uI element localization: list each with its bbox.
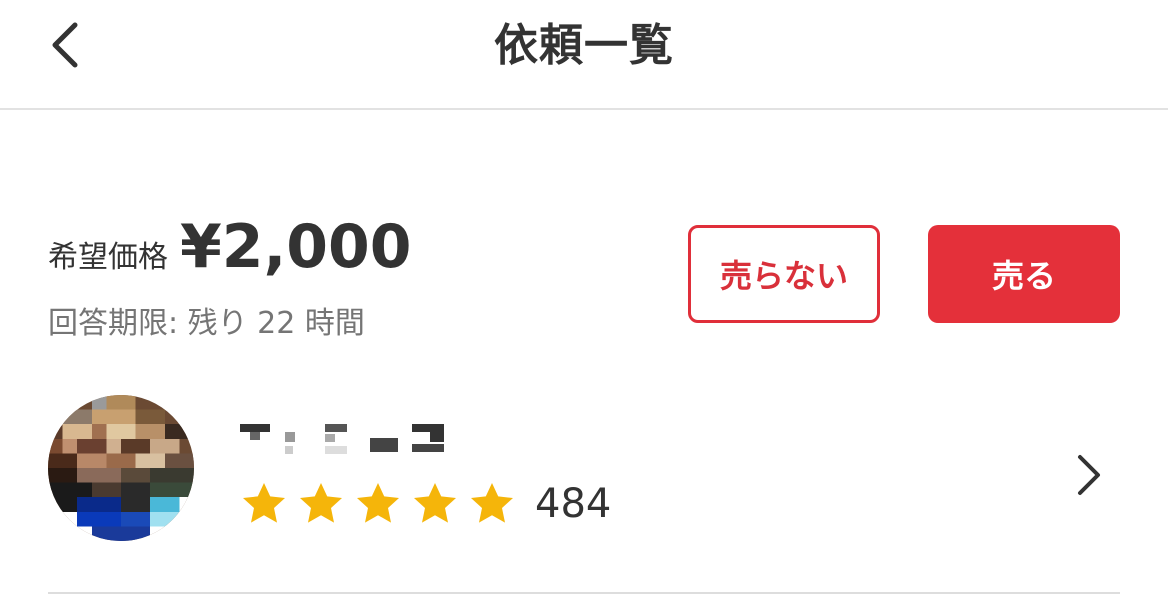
seller-name-pixelated: [240, 420, 450, 460]
seller-rating: 484: [240, 480, 611, 528]
decline-button[interactable]: 売らない: [688, 225, 880, 323]
seller-row[interactable]: 484: [0, 380, 1168, 585]
star-icon: [300, 483, 342, 523]
price-label: 希望価格: [48, 240, 168, 275]
avatar: [48, 395, 194, 541]
page-title: 依頼一覧: [494, 20, 674, 71]
chevron-right-icon: [1078, 455, 1100, 495]
sell-button[interactable]: 売る: [928, 225, 1120, 323]
star-icon: [243, 483, 285, 523]
star-icon: [357, 483, 399, 523]
price-row: 希望価格 ¥2,000: [48, 212, 412, 282]
star-icon: [471, 483, 513, 523]
star-icon: [414, 483, 456, 523]
price-value: ¥2,000: [180, 212, 412, 282]
request-list-page: 依頼一覧 希望価格 ¥2,000 回答期限: 残り 22 時間 売らない 売る: [0, 0, 1168, 594]
review-count: 484: [535, 481, 612, 527]
deadline-text: 回答期限: 残り 22 時間: [48, 306, 365, 341]
header: 依頼一覧: [0, 0, 1168, 110]
